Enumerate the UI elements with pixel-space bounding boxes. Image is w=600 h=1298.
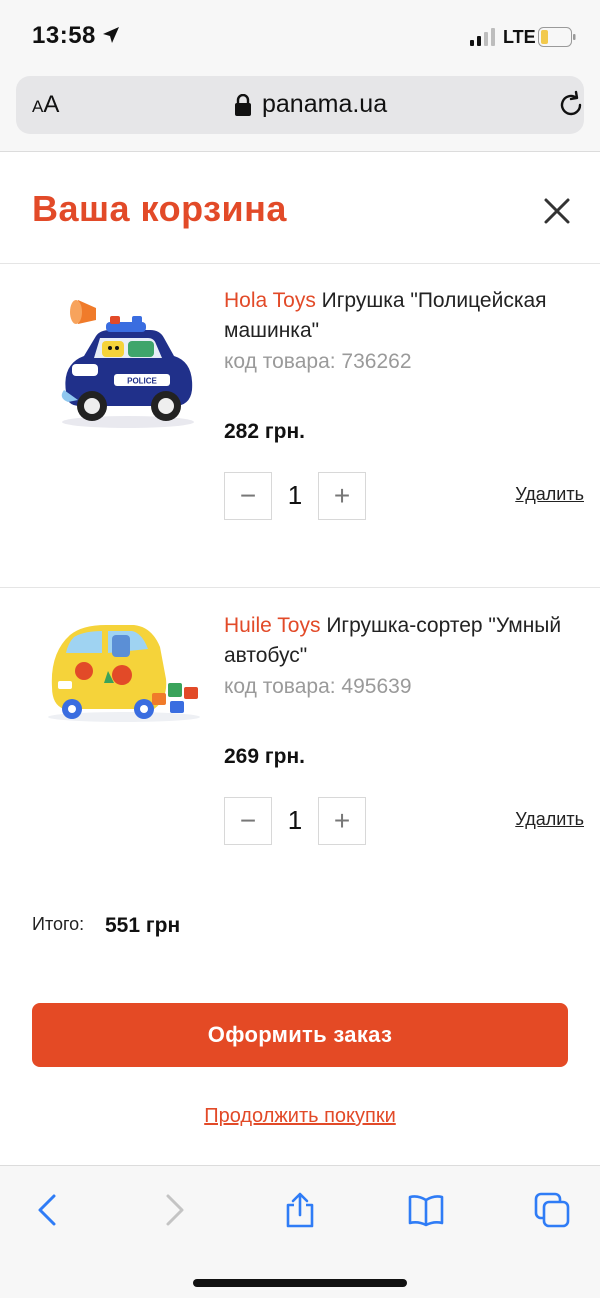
back-icon[interactable] xyxy=(30,1192,66,1228)
home-indicator xyxy=(193,1279,407,1287)
browser-top-bar: AA panama.ua xyxy=(0,62,600,152)
item-brand[interactable]: Hola Toys xyxy=(224,289,316,312)
quantity-value[interactable]: 1 xyxy=(272,805,318,836)
quantity-value[interactable]: 1 xyxy=(272,480,318,511)
svg-text:POLICE: POLICE xyxy=(127,377,157,386)
total-value: 551 грн xyxy=(105,914,181,937)
continue-shopping-link[interactable]: Продолжить покупки xyxy=(0,1105,600,1128)
checkout-button[interactable]: Оформить заказ xyxy=(32,1003,568,1067)
product-image-smart-bus[interactable] xyxy=(44,613,212,753)
share-icon[interactable] xyxy=(282,1192,318,1228)
battery-icon xyxy=(538,27,576,47)
remove-item-link[interactable]: Удалить xyxy=(515,809,584,830)
cellular-signal-icon xyxy=(470,28,495,46)
forward-icon[interactable] xyxy=(156,1192,192,1228)
increase-quantity-button[interactable]: + xyxy=(318,472,366,520)
bookmarks-icon[interactable] xyxy=(408,1192,444,1228)
item-info: Hola Toys Игрушка "Полицейская машинка" … xyxy=(224,286,584,374)
decrease-quantity-button[interactable]: − xyxy=(224,472,272,520)
item-price: 282 грн. xyxy=(224,420,305,443)
network-type: LTE xyxy=(503,27,536,47)
cart-item: POLICE Hola Toys Игрушка "Полицейская ма… xyxy=(0,264,600,588)
decrease-quantity-button[interactable]: − xyxy=(224,797,272,845)
tabs-icon[interactable] xyxy=(534,1192,570,1228)
close-icon[interactable] xyxy=(540,194,574,228)
browser-bottom-toolbar xyxy=(0,1165,600,1298)
location-arrow-icon xyxy=(103,27,119,43)
item-info: Huile Toys Игрушка-сортер "Умный автобус… xyxy=(224,611,584,699)
address-bar[interactable]: AA panama.ua xyxy=(16,76,584,134)
item-brand[interactable]: Huile Toys xyxy=(224,614,321,637)
item-title[interactable]: Hola Toys Игрушка "Полицейская машинка" xyxy=(224,286,584,346)
quantity-stepper: − 1 + xyxy=(224,472,368,520)
remove-item-link[interactable]: Удалить xyxy=(515,484,584,505)
item-sku: код товара: 495639 xyxy=(224,675,412,698)
status-time: 13:58 xyxy=(32,22,96,49)
item-price: 269 грн. xyxy=(224,745,305,768)
reload-icon[interactable] xyxy=(556,90,586,120)
item-title[interactable]: Huile Toys Игрушка-сортер "Умный автобус… xyxy=(224,611,584,671)
url-text[interactable]: panama.ua xyxy=(262,90,387,119)
lock-icon xyxy=(235,94,251,116)
cart-item: Huile Toys Игрушка-сортер "Умный автобус… xyxy=(0,589,600,879)
text-size-button[interactable]: AA xyxy=(32,91,59,119)
increase-quantity-button[interactable]: + xyxy=(318,797,366,845)
cart-title: Ваша корзина xyxy=(32,188,287,229)
item-sku: код товара: 736262 xyxy=(224,350,412,373)
cart-header: Ваша корзина xyxy=(0,152,600,264)
product-image-police-car[interactable]: POLICE xyxy=(44,294,212,434)
total-label: Итого: xyxy=(32,914,85,934)
quantity-stepper: − 1 + xyxy=(224,797,368,845)
